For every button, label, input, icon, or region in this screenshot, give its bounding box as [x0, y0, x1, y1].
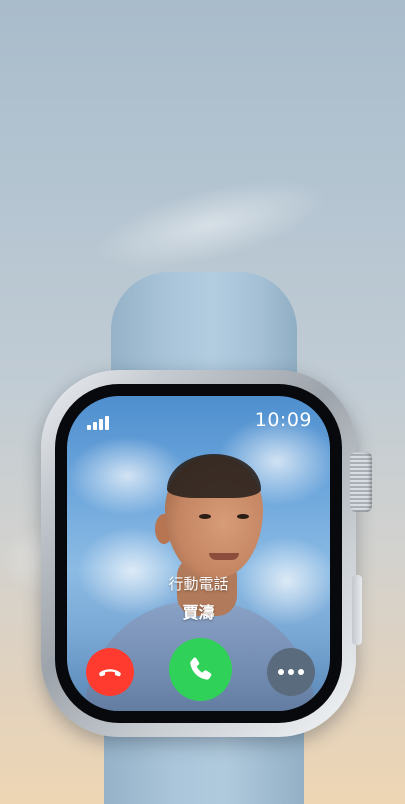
- phone-icon: [189, 657, 211, 680]
- phone-down-icon: [99, 669, 121, 677]
- cellular-signal-icon: [87, 416, 109, 430]
- caller-name: 賈濤: [182, 603, 215, 622]
- contact-eye: [237, 514, 249, 519]
- contact-mouth: [209, 553, 239, 560]
- digital-crown[interactable]: [350, 452, 372, 512]
- watch-screen: 10:09 行動電話 賈濤: [67, 396, 330, 711]
- watch-band-top: [111, 272, 297, 382]
- caller-type-label: 行動電話: [168, 575, 229, 593]
- contact-eye: [199, 514, 211, 519]
- side-button[interactable]: [352, 575, 362, 645]
- ellipsis-icon: [278, 669, 304, 675]
- clock-time: 10:09: [254, 409, 312, 431]
- contact-hair: [167, 454, 261, 498]
- sky-cloud: [85, 162, 335, 288]
- accept-call-button[interactable]: [169, 638, 232, 701]
- decline-call-button[interactable]: [86, 648, 134, 696]
- more-options-button[interactable]: [267, 648, 315, 696]
